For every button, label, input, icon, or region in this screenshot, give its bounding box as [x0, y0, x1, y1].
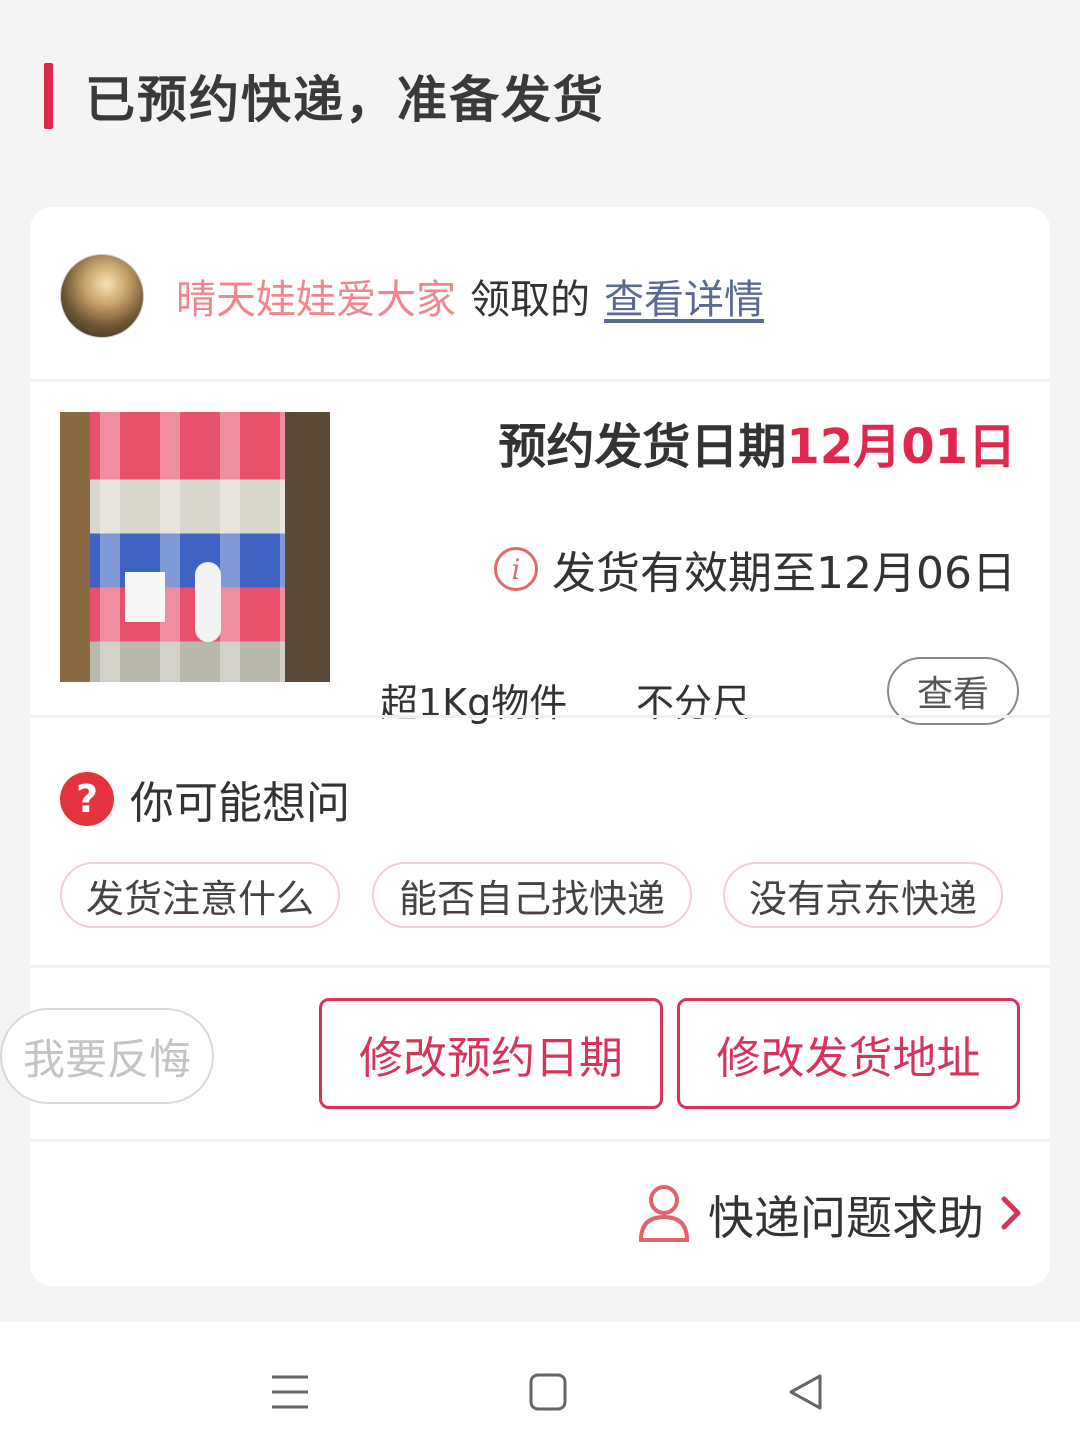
order-card: 晴天娃娃爱大家 领取的 查看详情 预约发货日期12月01日 i 发货有效期至12… [0, 207, 1050, 1286]
faq-header: ? 你可能想问 [60, 767, 350, 831]
info-icon: i [494, 547, 539, 591]
divider [30, 715, 1050, 718]
back-icon[interactable] [776, 1362, 836, 1422]
product-image [60, 412, 330, 682]
home-icon[interactable] [518, 1362, 578, 1422]
user-icon [638, 1183, 690, 1247]
chevron-right-icon [1000, 1195, 1022, 1235]
title-accent-bar [44, 63, 53, 129]
regret-button[interactable]: 我要反悔 [0, 1008, 214, 1104]
view-details-link[interactable]: 查看详情 [604, 267, 764, 325]
divider [30, 379, 1050, 382]
courier-help-row[interactable]: 快递问题求助 [638, 1182, 1022, 1248]
faq-chip[interactable]: 能否自己找快递 [372, 862, 692, 928]
page-title: 已预约快递，准备发货 [85, 71, 605, 129]
courier-help-label: 快递问题求助 [708, 1191, 984, 1245]
validity-row: i 发货有效期至12月06日 [494, 537, 1016, 601]
divider [30, 965, 1050, 968]
question-icon: ? [60, 772, 114, 826]
receiver-suffix: 领取的 [470, 277, 590, 323]
ship-date-label: 预约发货日期 [498, 419, 787, 475]
modify-date-button[interactable]: 修改预约日期 [319, 998, 663, 1109]
ship-date-value: 12月01日 [786, 419, 1016, 475]
validity-text: 发货有效期至12月06日 [552, 548, 1016, 599]
ship-date: 预约发货日期12月01日 [498, 407, 1016, 477]
faq-chip[interactable]: 没有京东快递 [723, 862, 1003, 928]
faq-chip[interactable]: 发货注意什么 [60, 862, 340, 928]
menu-icon[interactable] [260, 1362, 320, 1422]
spec-size: 不分尺 [636, 681, 751, 725]
system-nav-bar [0, 1322, 1080, 1455]
avatar [60, 254, 144, 338]
receiver-name: 晴天娃娃爱大家 [176, 277, 456, 323]
faq-title: 你可能想问 [130, 778, 350, 829]
page-header: 已预约快递，准备发货 [44, 62, 605, 130]
modify-address-button[interactable]: 修改发货地址 [677, 998, 1020, 1109]
spec-weight: 超1Kg物件 [380, 681, 568, 725]
divider [30, 1139, 1050, 1142]
receiver-row: 晴天娃娃爱大家 领取的 查看详情 [60, 254, 764, 338]
